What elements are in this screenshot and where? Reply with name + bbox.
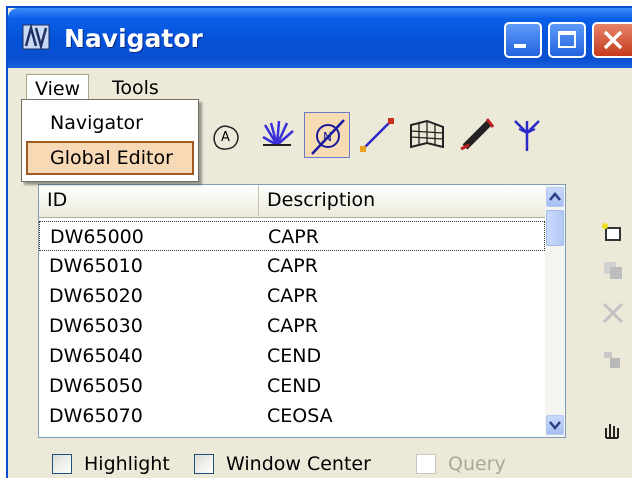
scroll-down-button[interactable] (546, 415, 564, 435)
row-description: CAPR (267, 315, 318, 337)
network-icon (262, 120, 294, 147)
tool-alignment-button[interactable]: A (204, 112, 250, 158)
properties-icon (604, 352, 620, 368)
window-center-label: Window Center (226, 453, 371, 475)
pick-element-button[interactable] (600, 418, 626, 448)
column-header-id[interactable]: ID (39, 185, 259, 216)
chevron-down-icon (549, 421, 561, 430)
title-bar[interactable]: Navigator (8, 8, 632, 68)
pipe-icon (460, 118, 495, 151)
highlight-checkbox[interactable] (52, 454, 72, 474)
table-row[interactable]: DW65040 CEND (39, 341, 545, 371)
close-icon (603, 30, 623, 50)
row-id: DW65050 (49, 375, 143, 397)
table-row[interactable]: DW65010 CAPR (39, 251, 545, 281)
row-id: DW65070 (49, 405, 143, 427)
chevron-up-icon (549, 192, 561, 201)
table-row[interactable]: DW65000 CAPR (39, 221, 545, 251)
row-description: CEOSA (267, 405, 333, 427)
row-id: DW65010 (49, 255, 143, 277)
navigator-compass-icon: N (311, 119, 345, 155)
properties-button[interactable] (600, 348, 626, 376)
query-checkbox (416, 454, 436, 474)
query-label: Query (448, 453, 506, 475)
vertical-scrollbar[interactable] (545, 185, 565, 437)
app-icon (22, 24, 50, 50)
maximize-icon (558, 31, 576, 48)
profile-icon (410, 119, 444, 149)
close-button[interactable] (592, 22, 632, 58)
tool-line-button[interactable] (354, 112, 400, 158)
view-menu-dropdown: Navigator Global Editor (21, 99, 199, 182)
branch-icon (514, 120, 540, 151)
navigator-window: Navigator View Tools A N (6, 6, 632, 478)
options-row: Highlight Window Center Query (8, 448, 632, 478)
table-row[interactable]: DW65050 CEND (39, 371, 545, 401)
pick-hand-icon (605, 424, 619, 439)
delete-icon (602, 302, 624, 324)
column-header-description[interactable]: Description (259, 185, 545, 216)
tool-profile-button[interactable] (404, 112, 450, 158)
row-description: CAPR (267, 255, 318, 277)
alignment-icon: A (213, 125, 239, 150)
line-icon (360, 118, 394, 152)
row-description: CAPR (267, 285, 318, 307)
row-description: CAPR (268, 226, 319, 248)
tool-pipe-button[interactable] (454, 112, 500, 158)
row-id: DW65030 (49, 315, 143, 337)
element-list[interactable]: ID Description DW65000 CAPR DW65010 CAPR D… (38, 184, 566, 438)
row-id: DW65000 (50, 226, 144, 248)
list-header: ID Description (39, 185, 545, 218)
copy-element-button[interactable] (600, 258, 626, 286)
table-row[interactable]: DW65020 CAPR (39, 281, 545, 311)
highlight-label: Highlight (84, 453, 170, 475)
svg-text:A: A (221, 130, 230, 145)
window-title: Navigator (64, 24, 203, 53)
minimize-button[interactable] (504, 22, 542, 58)
tool-branch-button[interactable] (504, 112, 550, 158)
copy-icon (604, 262, 622, 279)
delete-element-button[interactable] (600, 300, 626, 330)
table-row[interactable]: DW65030 CAPR (39, 311, 545, 341)
menu-item-global-editor[interactable]: Global Editor (26, 141, 194, 175)
add-element-button[interactable] (600, 220, 626, 248)
scroll-thumb[interactable] (546, 210, 564, 246)
row-description: CEND (267, 375, 322, 397)
scroll-up-button[interactable] (546, 187, 564, 207)
row-description: CEND (267, 345, 322, 367)
row-id: DW65020 (49, 285, 143, 307)
maximize-button[interactable] (548, 22, 586, 58)
tool-network-button[interactable] (254, 112, 300, 158)
minimize-icon (514, 44, 526, 48)
menu-item-navigator[interactable]: Navigator (26, 106, 194, 140)
window-center-checkbox[interactable] (194, 454, 214, 474)
table-row[interactable]: DW65070 CEOSA (39, 401, 545, 431)
row-id: DW65040 (49, 345, 143, 367)
add-element-icon (602, 223, 621, 241)
menu-tools[interactable]: Tools (104, 74, 167, 102)
tool-navigator-button[interactable]: N (304, 112, 350, 158)
